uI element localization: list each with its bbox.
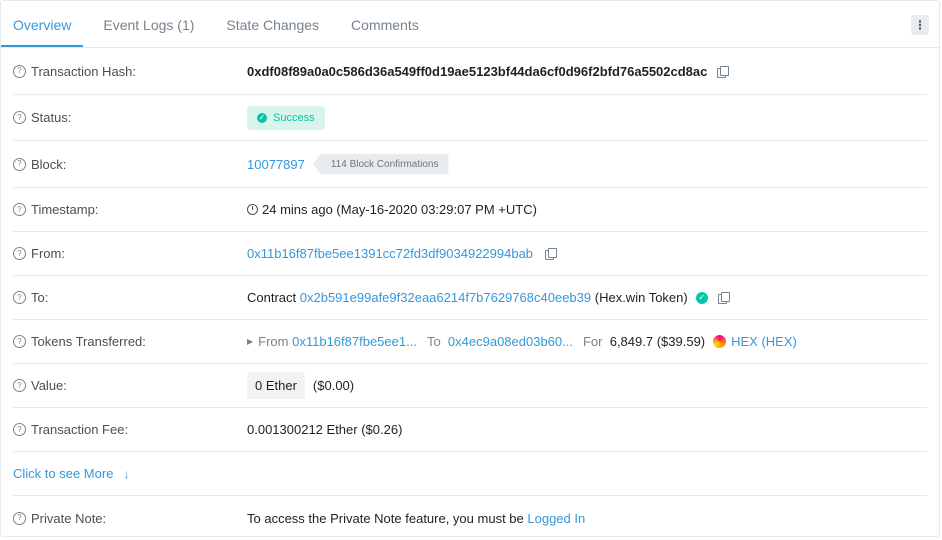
tab-state-changes[interactable]: State Changes [210,3,335,47]
row-tokens-transferred: ? Tokens Transferred: ▶ From 0x11b16f87f… [13,320,927,364]
block-confirmations-badge: 114 Block Confirmations [312,153,449,175]
label-text: From: [31,246,65,261]
question-icon[interactable]: ? [13,379,26,392]
check-circle-icon: ✓ [257,112,267,123]
transaction-details-card: Overview Event Logs (1) State Changes Co… [0,0,940,537]
timestamp-value: 24 mins ago (May-16-2020 03:29:07 PM +UT… [262,202,537,217]
status-text: Success [273,111,315,124]
label-text: Tokens Transferred: [31,334,146,349]
tab-comments[interactable]: Comments [335,3,435,47]
row-from: ? From: 0x11b16f87fbe5ee1391cc72fd3df903… [13,232,927,276]
block-number-link[interactable]: 10077897 [247,157,305,172]
token-for-label: For [582,334,603,349]
contract-prefix: Contract [247,290,297,305]
to-address-link[interactable]: 0x2b591e99afe9f32eaa6214f7b7629768c40eeb… [300,290,591,305]
ether-value-badge: 0 Ether [247,372,305,399]
hex-token-icon [713,335,727,348]
more-vertical-icon[interactable]: ⋮ [911,15,929,35]
row-timestamp: ? Timestamp: 24 mins ago (May-16-2020 03… [13,188,927,232]
token-to-label: To [426,334,441,349]
label-text: Status: [31,110,72,125]
question-icon[interactable]: ? [13,511,26,525]
label-text: Transaction Fee: [31,422,129,437]
arrow-down-icon: ↓ [123,466,130,481]
fee-value: 0.001300212 Ether ($0.26) [247,422,403,437]
question-icon[interactable]: ? [13,203,26,216]
see-more-text: Click to see More [13,466,114,481]
question-icon[interactable]: ? [13,111,26,124]
token-from-label: From [258,334,289,349]
row-block: ? Block: 10077897 114 Block Confirmation… [13,141,927,188]
tab-event-logs[interactable]: Event Logs (1) [87,3,210,47]
verified-check-icon: ✓ [695,291,708,304]
token-amount: 6,849.7 ($39.59) [609,334,706,349]
token-from-link[interactable]: 0x11b16f87fbe5ee1... [292,334,417,349]
see-more-link[interactable]: Click to see More ↓ [13,466,129,481]
label-text: Block: [31,156,67,172]
row-status: ? Status: ✓ Success [13,95,927,141]
label-text: To: [31,290,49,305]
row-transaction-fee: ? Transaction Fee: 0.001300212 Ether ($0… [13,408,927,452]
label-text: Value: [31,378,67,393]
label-text: Private Note: [31,510,107,526]
row-see-more: Click to see More ↓ [13,452,927,496]
question-icon[interactable]: ? [13,291,26,304]
caret-right-icon: ▶ [247,337,254,346]
label-text: Timestamp: [31,202,99,217]
status-badge: ✓ Success [247,105,325,130]
question-icon[interactable]: ? [13,247,26,260]
transaction-hash: 0xdf08f89a0a0c586d36a549ff0d19ae5123bf44… [247,63,708,79]
row-to: ? To: Contract 0x2b591e99afe9f32eaa6214f… [13,276,927,320]
private-note-text: To access the Private Note feature, you … [247,510,524,526]
question-icon[interactable]: ? [13,423,26,436]
question-icon[interactable]: ? [13,64,26,78]
token-to-link[interactable]: 0x4ec9a08ed03b60... [448,334,573,349]
copy-icon[interactable] [717,65,730,78]
clock-icon [247,204,258,215]
row-transaction-hash: ? Transaction Hash: 0xdf08f89a0a0c586d36… [13,48,927,95]
question-icon[interactable]: ? [13,157,26,171]
logged-in-link[interactable]: Logged In [527,511,585,526]
row-value: ? Value: 0 Ether ($0.00) [13,364,927,408]
contract-name: (Hex.win Token) [594,290,688,305]
copy-icon[interactable] [545,248,558,260]
tab-bar: Overview Event Logs (1) State Changes Co… [1,1,939,48]
label-text: Transaction Hash: [31,63,137,79]
from-address-link[interactable]: 0x11b16f87fbe5ee1391cc72fd3df9034922994b… [247,246,533,261]
copy-icon[interactable] [717,292,730,304]
row-private-note: ? Private Note: To access the Private No… [13,496,927,540]
question-icon[interactable]: ? [13,335,26,348]
token-name-link[interactable]: HEX (HEX) [731,334,797,349]
tab-overview[interactable]: Overview [1,3,84,47]
usd-value: ($0.00) [312,378,355,393]
